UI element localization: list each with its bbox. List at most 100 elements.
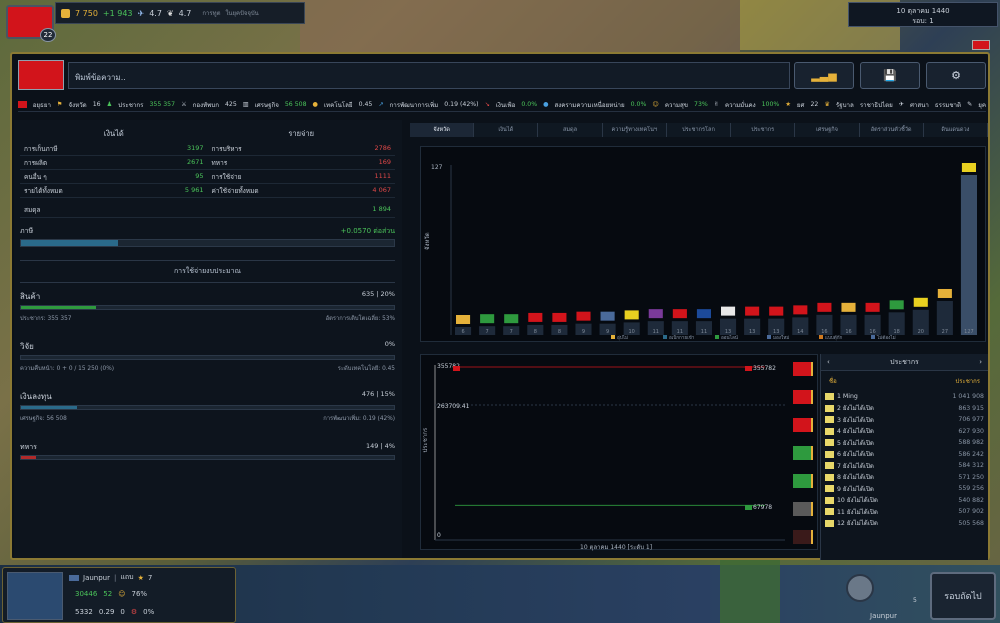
country-flag-button[interactable] [793, 474, 813, 488]
finance-row: การผลิต 2671 ทหาร 169 [20, 156, 395, 170]
province-label: จังหวัด [68, 101, 87, 109]
prev-arrow-icon[interactable]: ‹ [827, 358, 830, 366]
population-icon: ♟ [106, 101, 113, 108]
bar-value-label: 13 [773, 329, 779, 335]
income-label: รายได้ทั้งหมด [24, 186, 63, 195]
flag-icon [825, 393, 834, 401]
expense-value: 4 067 [372, 185, 391, 194]
country-flag-button[interactable] [793, 390, 813, 404]
flag-icon [825, 416, 834, 424]
tab-diplomacy[interactable]: การทูต [202, 8, 220, 18]
expense-label: ทหาร [211, 158, 228, 167]
bar-value-label: 18 [893, 329, 899, 335]
bar-value-label: 16 [869, 329, 875, 335]
ranking-row[interactable]: 6 ยังไม่ได้เปิด 586 242 [821, 449, 988, 461]
religion-value: ธรรมชาติ [934, 101, 962, 109]
tab-era[interactable]: ในยุคปัจจุบัน [225, 8, 258, 18]
map-region[interactable] [720, 560, 780, 623]
invest-sub-right: การพัฒนาเพิ่ม: 0.19 (42%) [323, 416, 395, 422]
balance-label: สมดุล [24, 205, 41, 214]
bar-value-label: 127 [964, 329, 974, 335]
flag-icon [18, 101, 27, 108]
notification-badge[interactable]: 22 [40, 28, 56, 42]
ranking-row[interactable]: 10 ยังไม่ได้เปิด 540 882 [821, 495, 988, 507]
ranking-value: 540 882 [958, 496, 984, 504]
population-chart: 355782 263709.41 0 ประชากร 10 ตุลาคม 1440 [ร… [420, 354, 818, 551]
settings-button[interactable]: ⚙ [926, 62, 986, 89]
ranking-name: 1 Ming [837, 393, 858, 401]
ranking-row[interactable]: 2 ยังไม่ได้เปิด 863 915 [821, 403, 988, 415]
chart-tab[interactable]: ความรู้ทางเทคโนฯ [603, 123, 667, 137]
ranking-row[interactable]: 7 ยังไม่ได้เปิด 584 312 [821, 460, 988, 472]
chart-tab[interactable]: ดินแดนดวง [924, 123, 988, 137]
date-box[interactable]: 10 ตุลาคม 1440 รอบ: 1 [848, 2, 998, 27]
country-flag-button[interactable] [793, 502, 813, 516]
save-icon: 💾 [883, 69, 897, 82]
research-sub-left: ความคืบหน้า: 0 + 0 / 15 250 (0%) [20, 366, 115, 372]
country-flag-button[interactable] [793, 418, 813, 432]
chart-tab[interactable]: สมดุล [538, 123, 603, 137]
stats-button[interactable]: ▂▃▅ [794, 62, 854, 89]
ranking-row[interactable]: 5 ยังไม่ได้เปิด 588 982 [821, 437, 988, 449]
chart-tab[interactable]: เศรษฐกิจ [795, 123, 860, 137]
ranking-name: 2 ยังไม่ได้เปิด [837, 405, 874, 413]
selected-province: Jaunpur [870, 612, 897, 620]
inflation-value: 0.0% [521, 101, 538, 108]
ranking-value: 588 982 [958, 439, 984, 447]
province-pct2: 0% [143, 608, 155, 616]
country-flag-button[interactable] [793, 530, 813, 544]
message-input[interactable]: พิมพ์ข้อความ.. [68, 62, 790, 89]
invest-sub-left: เศรษฐกิจ: 56 508 [20, 416, 67, 422]
bar-flag [817, 302, 832, 312]
ranking-row[interactable]: 11 ยังไม่ได้เปิด 507 902 [821, 506, 988, 518]
map-region[interactable] [300, 0, 740, 60]
research-slider[interactable] [20, 355, 395, 360]
ranking-row[interactable]: 8 ยังไม่ได้เปิด 571 250 [821, 472, 988, 484]
chart-tab[interactable]: อัตราส่วนตัวชี้วัด [860, 123, 924, 137]
ranking-row[interactable]: 3 ยังไม่ได้เปิด 706 977 [821, 414, 988, 426]
ranking-row[interactable]: 4 ยังไม่ได้เปิด 627 930 [821, 426, 988, 438]
country-flag[interactable] [18, 60, 64, 90]
province-value: 16 [92, 101, 101, 108]
rank-label: ยศ [796, 101, 805, 109]
legend-swatch [767, 335, 771, 339]
end-turn-button[interactable]: รอบถัดไป [930, 572, 996, 620]
population-label: ประชากร [118, 101, 144, 109]
x-axis-label: 10 ตุลาคม 1440 [ระดับ 1] [580, 544, 652, 551]
goods-slider[interactable] [20, 305, 395, 310]
next-arrow-icon[interactable]: › [979, 358, 982, 366]
ranking-row[interactable]: 12 ยังไม่ได้เปิด 505 568 [821, 518, 988, 530]
expense-label: การบริหาร [211, 144, 242, 153]
goods-sub-left: ประชากร: 355 357 [20, 316, 72, 322]
military-block: ทหาร 149 | 4% [20, 442, 395, 460]
income-value: 3197 [186, 143, 204, 152]
era-icon: ✎ [967, 101, 973, 108]
chart-tab[interactable]: ประชากรโลก [667, 123, 732, 137]
income-value: 5 961 [184, 185, 204, 194]
province-panel[interactable]: Jaunpur | แถบ ★ 7 30446 52 ☺ 76% 5332 0.… [2, 567, 236, 623]
clock-icon[interactable] [846, 574, 874, 602]
small-flag[interactable] [972, 40, 990, 50]
chart-tab[interactable]: จังหวัด [410, 123, 475, 137]
ranking-row[interactable]: 1 Ming 1 041 908 [821, 391, 988, 403]
chart-tab[interactable]: เงินได้ [474, 123, 539, 137]
chart-tabs: จังหวัด เงินได้ สมดุล ความรู้ทางเทคโนฯ ประชา… [410, 123, 988, 137]
bar-flag [600, 311, 615, 321]
save-button[interactable]: 💾 [860, 62, 920, 89]
date-text: 10 ตุลาคม 1440 [896, 7, 950, 15]
invest-slider[interactable] [20, 405, 395, 410]
chart-tab[interactable]: ประชากร [731, 123, 796, 137]
province-rank: 7 [147, 573, 153, 582]
ranking-panel: ‹ ประชากร › ชื่อ ประชากร 1 Ming 1 041 908… [820, 354, 988, 560]
province-money: 5332 [75, 608, 93, 616]
legend-label: แบบตุ้กัก [825, 334, 843, 341]
flag-icon [825, 508, 834, 516]
ranking-row[interactable]: 9 ยังไม่ได้เปิด 559 256 [821, 483, 988, 495]
province-minimap[interactable] [7, 572, 63, 620]
province-name: Jaunpur [83, 573, 110, 582]
spending-title: การใช้จ่ายงบประมาณ [20, 260, 395, 283]
country-flag-button[interactable] [793, 446, 813, 460]
country-flag-button[interactable] [793, 362, 813, 376]
military-slider[interactable] [20, 455, 395, 460]
tax-slider[interactable] [20, 239, 395, 247]
